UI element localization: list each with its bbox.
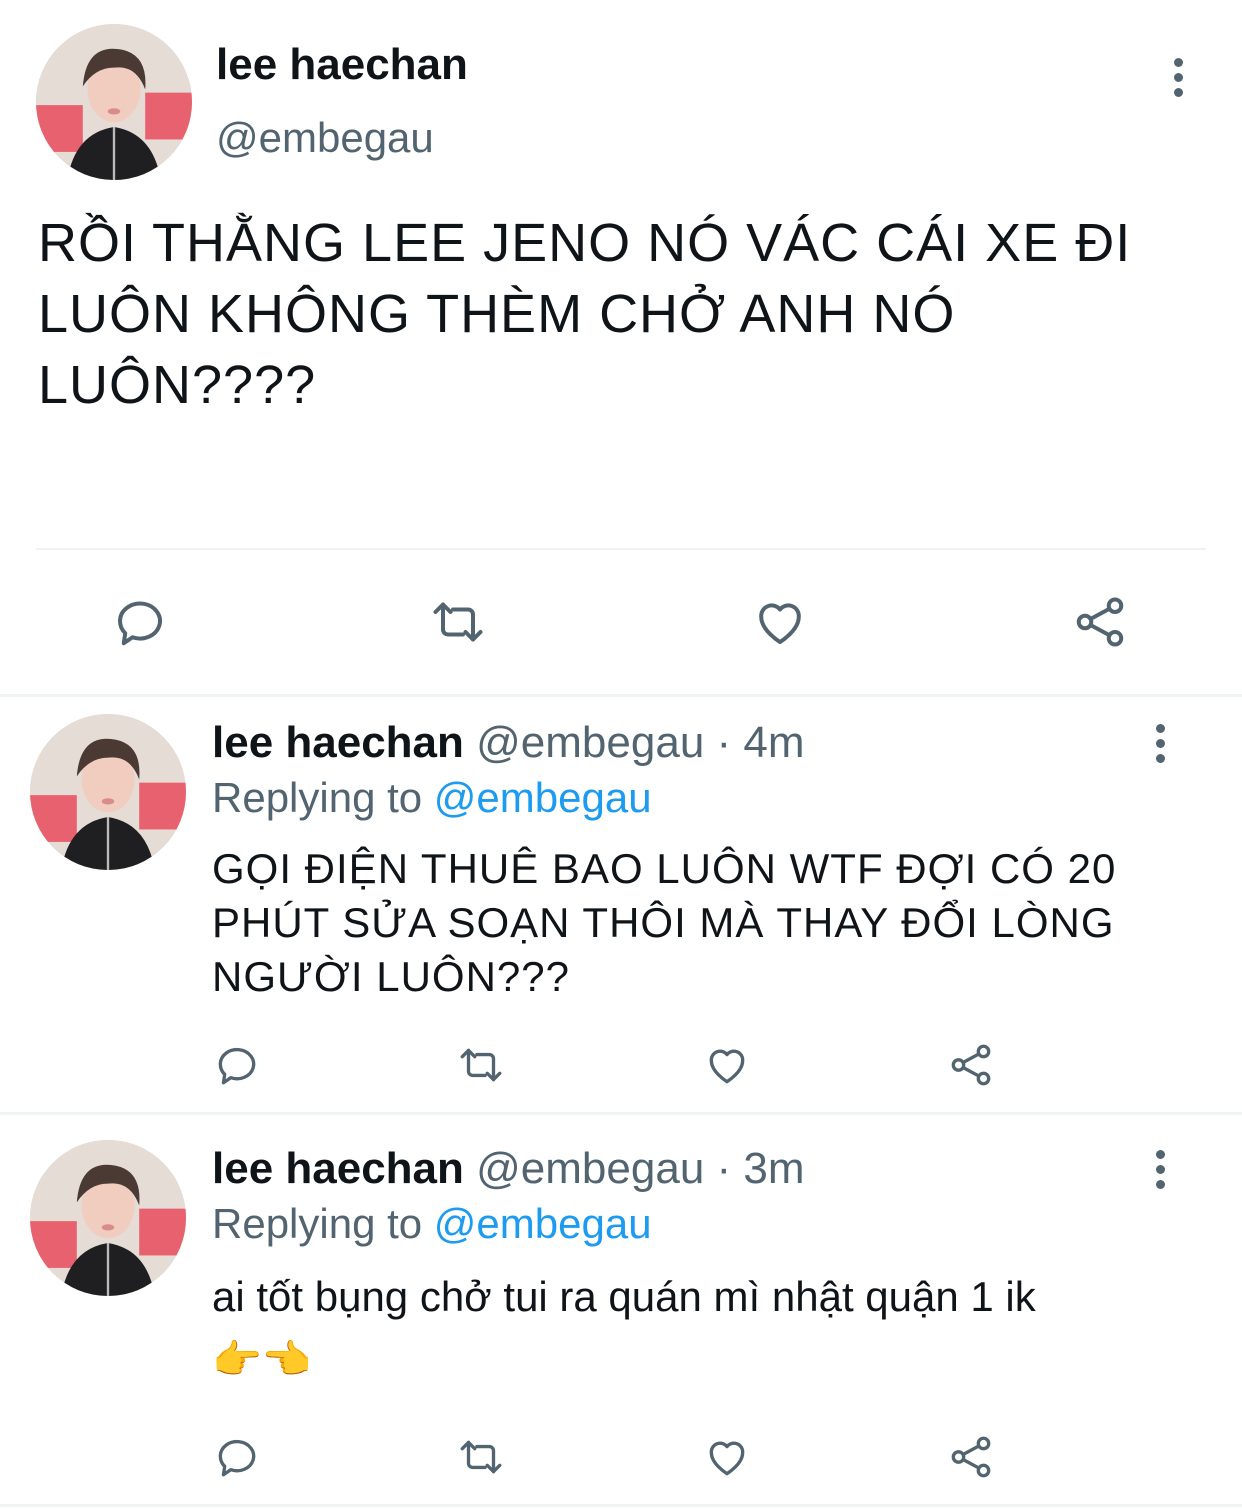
tweet-text-line: RỒI THẰNG LEE JENO NÓ VÁC CÁI XE ĐI (38, 213, 1132, 273)
replying-to: Replying to @embegau (212, 774, 652, 822)
pointing-hands-emoji: 👉👈 (212, 1338, 312, 1382)
separator: · (716, 718, 732, 767)
tweet-text: ai tốt bụng chở tui ra quán mì nhật quận… (212, 1270, 1036, 1324)
avatar-image (30, 1140, 186, 1296)
more-vertical-icon[interactable] (1156, 724, 1166, 769)
replying-handle-link[interactable]: @embegau (434, 774, 652, 821)
avatar[interactable] (36, 24, 192, 180)
avatar-image (36, 24, 192, 180)
like-icon[interactable] (750, 592, 810, 652)
avatar[interactable] (30, 1140, 186, 1296)
retweet-icon[interactable] (456, 1432, 506, 1482)
tweet-text-line: LUÔN???? (38, 355, 317, 415)
tweet-text-line: LUÔN KHÔNG THÈM CHỞ ANH NÓ (38, 284, 956, 344)
replying-label: Replying to (212, 774, 423, 821)
handle[interactable]: @embegau (216, 114, 434, 162)
avatar-image (30, 714, 186, 870)
divider (0, 1504, 1242, 1507)
retweet-icon[interactable] (428, 592, 488, 652)
separator: · (716, 1144, 732, 1193)
more-vertical-icon[interactable] (1174, 58, 1184, 103)
divider (0, 1112, 1242, 1115)
handle[interactable]: @embegau (476, 1144, 704, 1193)
share-icon[interactable] (946, 1040, 996, 1090)
like-icon[interactable] (702, 1432, 752, 1482)
reply-header: lee haechan @embegau · 4m (212, 718, 805, 768)
display-name[interactable]: lee haechan (212, 718, 464, 767)
more-vertical-icon[interactable] (1156, 1150, 1166, 1195)
handle[interactable]: @embegau (476, 718, 704, 767)
retweet-icon[interactable] (456, 1040, 506, 1090)
tweet-text: RỒI THẰNG LEE JENO NÓ VÁC CÁI XE ĐI LUÔN… (38, 208, 1131, 421)
tweet-text-line: ai tốt bụng chở tui ra quán mì nhật quận… (212, 1273, 1036, 1320)
tweet-text-line: PHÚT SỬA SOẠN THÔI MÀ THAY ĐỔI LÒNG (212, 899, 1115, 946)
tweet-text-line: GỌI ĐIỆN THUÊ BAO LUÔN WTF ĐỢI CÓ 20 (212, 845, 1117, 892)
like-icon[interactable] (702, 1040, 752, 1090)
share-icon[interactable] (946, 1432, 996, 1482)
replying-label: Replying to (212, 1200, 423, 1247)
timestamp[interactable]: 4m (743, 718, 804, 767)
reply-icon[interactable] (212, 1040, 262, 1090)
timestamp[interactable]: 3m (743, 1144, 804, 1193)
reply-header: lee haechan @embegau · 3m (212, 1144, 805, 1194)
divider (0, 694, 1242, 697)
replying-handle-link[interactable]: @embegau (434, 1200, 652, 1247)
divider (36, 548, 1206, 550)
display-name[interactable]: lee haechan (212, 1144, 464, 1193)
tweet-text: GỌI ĐIỆN THUÊ BAO LUÔN WTF ĐỢI CÓ 20 PHÚ… (212, 842, 1116, 1004)
tweet-text-line: NGƯỜI LUÔN??? (212, 953, 570, 1000)
replying-to: Replying to @embegau (212, 1200, 652, 1248)
display-name[interactable]: lee haechan (216, 40, 468, 90)
reply-icon[interactable] (110, 592, 170, 652)
avatar[interactable] (30, 714, 186, 870)
reply-icon[interactable] (212, 1432, 262, 1482)
share-icon[interactable] (1070, 592, 1130, 652)
